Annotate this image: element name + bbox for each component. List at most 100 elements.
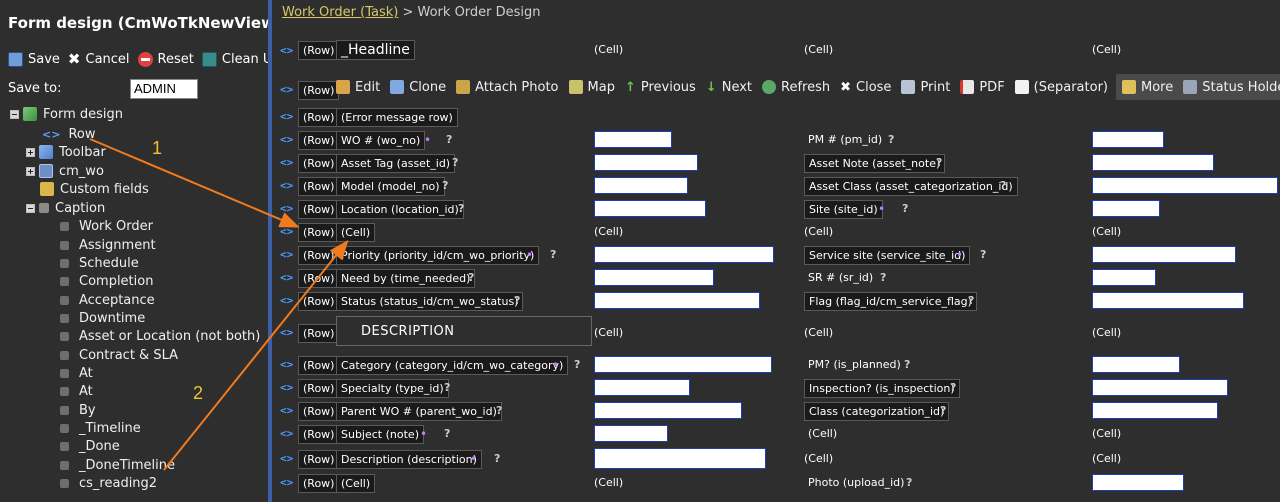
row-tag[interactable]: (Row) — [298, 324, 340, 343]
description-field[interactable] — [594, 448, 766, 469]
cell-placeholder[interactable]: (Cell) — [1092, 452, 1121, 465]
is-planned-field[interactable] — [1092, 356, 1180, 373]
collapse-icon[interactable] — [10, 109, 19, 119]
help-icon[interactable]: ? — [980, 248, 986, 261]
help-icon[interactable]: ? — [950, 381, 956, 394]
code-icon[interactable]: <> — [280, 452, 293, 465]
headline-cell[interactable]: _Headline — [336, 40, 415, 60]
row-tag[interactable]: (Row) — [298, 108, 340, 127]
field-label-upload-id[interactable]: Photo (upload_id) — [804, 474, 908, 491]
cancel-button[interactable]: ✖ Cancel — [68, 50, 130, 68]
cell-placeholder[interactable]: (Cell) — [804, 225, 833, 238]
location-id-field[interactable] — [594, 200, 706, 217]
code-icon[interactable]: <> — [280, 248, 293, 261]
row-tag[interactable]: (Row) — [298, 246, 340, 265]
row-tag[interactable]: (Row) — [298, 379, 340, 398]
map-button[interactable]: Map — [568, 80, 615, 95]
code-icon[interactable]: <> — [280, 156, 293, 169]
row-tag[interactable]: (Row) — [298, 200, 340, 219]
clone-button[interactable]: Clone — [390, 80, 446, 95]
code-icon[interactable]: <> — [280, 44, 293, 57]
note-field[interactable] — [594, 425, 668, 442]
code-icon[interactable]: <> — [280, 381, 293, 394]
flag-field[interactable] — [1092, 292, 1244, 309]
tree-node-caption-child[interactable]: _DoneTimeline — [60, 456, 175, 474]
field-label-priority[interactable]: Priority (priority_id/cm_wo_priority) — [336, 246, 540, 265]
row-tag[interactable]: (Row) — [298, 474, 340, 493]
categorization-id-field[interactable] — [1092, 402, 1218, 419]
service-site-field[interactable] — [1092, 246, 1236, 263]
row-tag[interactable]: (Row) — [298, 356, 340, 375]
field-label-asset-note[interactable]: Asset Note (asset_note) — [804, 154, 946, 173]
tree-node-caption-child[interactable]: Assignment — [60, 236, 156, 254]
expand-icon[interactable] — [26, 147, 35, 157]
help-icon[interactable]: ? — [574, 358, 580, 371]
row-tag[interactable]: (Row) — [298, 425, 340, 444]
row-tag[interactable]: (Row) — [298, 131, 340, 150]
time-needed-field[interactable] — [594, 269, 714, 286]
field-label-type-id[interactable]: Specialty (type_id) — [336, 379, 449, 398]
sr-id-field[interactable] — [1092, 269, 1156, 286]
help-icon[interactable]: ? — [444, 381, 450, 394]
tree-node-row[interactable]: <> Row — [42, 125, 95, 143]
help-icon[interactable]: ? — [468, 271, 474, 284]
close-button[interactable]: ✖ Close — [840, 80, 891, 96]
tree-node-caption-child[interactable]: Schedule — [60, 254, 139, 272]
code-icon[interactable]: <> — [280, 133, 293, 146]
code-icon[interactable]: <> — [280, 225, 293, 238]
tree-node-custom-fields[interactable]: Custom fields — [40, 180, 149, 198]
cell-placeholder[interactable]: (Cell) — [594, 326, 623, 339]
help-icon[interactable]: ? — [444, 427, 450, 440]
help-icon[interactable]: ? — [968, 294, 974, 307]
help-icon[interactable]: ? — [446, 133, 452, 146]
asset-class-field[interactable] — [1092, 177, 1278, 194]
clean-up-button[interactable]: Clean U — [201, 51, 268, 67]
help-icon[interactable]: ? — [452, 156, 458, 169]
print-button[interactable]: Print — [901, 80, 950, 95]
reset-button[interactable]: Reset — [137, 51, 194, 67]
row-tag[interactable]: (Row) — [298, 269, 340, 288]
help-icon[interactable]: ? — [442, 179, 448, 192]
cell-placeholder[interactable]: (Cell) — [1092, 225, 1121, 238]
refresh-button[interactable]: Refresh — [762, 80, 830, 95]
tree-node-caption-child[interactable]: Downtime — [60, 309, 145, 327]
cell-placeholder[interactable]: (Cell) — [1092, 427, 1121, 440]
row-tag[interactable]: (Row) — [298, 81, 340, 100]
code-icon[interactable]: <> — [280, 202, 293, 215]
tree-node-caption-child[interactable]: Asset or Location (not both) — [60, 327, 260, 345]
wo-no-field[interactable] — [594, 131, 672, 148]
expand-icon[interactable] — [26, 166, 35, 176]
help-icon[interactable]: ? — [550, 248, 556, 261]
help-icon[interactable]: ? — [1000, 179, 1006, 192]
row-tag[interactable]: (Row) — [298, 177, 340, 196]
code-icon[interactable]: <> — [280, 476, 293, 489]
field-label-status[interactable]: Status (status_id/cm_wo_status) — [336, 292, 524, 311]
code-icon[interactable]: <> — [280, 427, 293, 440]
help-icon[interactable]: ? — [936, 156, 942, 169]
field-label-category[interactable]: Category (category_id/cm_wo_category) — [336, 356, 569, 375]
separator-item[interactable]: (Separator) — [1014, 80, 1108, 95]
tree-node-caption-child[interactable]: _Timeline — [60, 419, 141, 437]
help-icon[interactable]: ? — [904, 358, 910, 371]
cell-placeholder[interactable]: (Cell) — [594, 225, 623, 238]
help-icon[interactable]: ? — [458, 202, 464, 215]
pm-id-field[interactable] — [1092, 131, 1164, 148]
model-no-field[interactable] — [594, 177, 688, 194]
cell-placeholder[interactable]: (Cell) — [804, 326, 833, 339]
status-holder-button[interactable]: Status Holder — [1183, 80, 1280, 95]
row-tag[interactable]: (Row) — [298, 223, 340, 242]
help-icon[interactable]: ? — [514, 294, 520, 307]
help-icon[interactable]: ? — [888, 133, 894, 146]
help-icon[interactable]: ? — [496, 404, 502, 417]
code-icon[interactable]: <> — [280, 179, 293, 192]
breadcrumb-link-work-order[interactable]: Work Order (Task) — [282, 5, 398, 20]
field-label-is-inspection[interactable]: Inspection? (is_inspection) — [804, 379, 960, 398]
code-icon[interactable]: <> — [280, 83, 293, 96]
field-label-pm-id[interactable]: PM # (pm_id) — [804, 131, 886, 148]
next-button[interactable]: ↓ Next — [706, 80, 752, 96]
more-button[interactable]: More — [1122, 80, 1173, 95]
cell-placeholder[interactable]: (Cell) — [1092, 43, 1121, 56]
code-icon[interactable]: <> — [280, 110, 293, 123]
save-button[interactable]: Save — [8, 51, 60, 67]
pdf-button[interactable]: PDF — [960, 80, 1005, 95]
